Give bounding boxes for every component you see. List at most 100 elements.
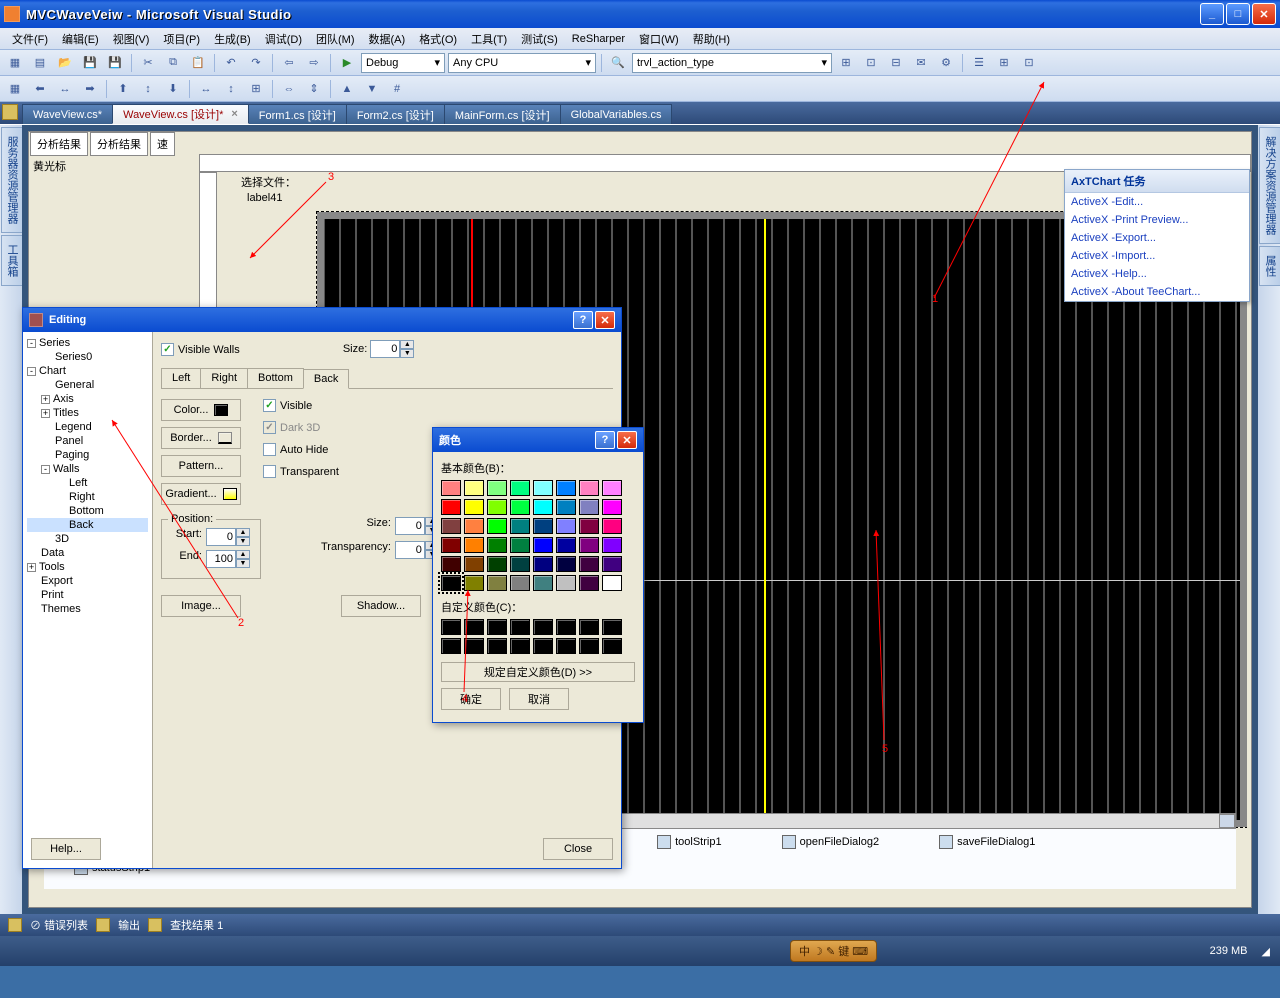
color-help-icon[interactable]: ? (595, 431, 615, 449)
close-tab-icon[interactable]: × (231, 108, 237, 120)
color-swatch[interactable] (579, 518, 599, 534)
proptab-3[interactable]: 速 (150, 132, 175, 156)
pattern-button[interactable]: Pattern... (161, 455, 241, 477)
vspace-icon[interactable]: ⇕ (303, 79, 325, 99)
solution-explorer-tab[interactable]: 解决方案资源管理器 (1259, 127, 1280, 244)
new-project-icon[interactable]: ▦ (4, 53, 26, 73)
menu-item[interactable]: 项目(P) (157, 29, 206, 49)
menu-item[interactable]: ReSharper (566, 31, 631, 47)
color-swatch[interactable] (464, 480, 484, 496)
smart-link[interactable]: ActiveX -Export... (1065, 229, 1249, 247)
color-swatch[interactable] (556, 480, 576, 496)
color-swatch[interactable] (602, 537, 622, 553)
wall-tab-back[interactable]: Back (303, 369, 349, 389)
tab-order-icon[interactable]: # (386, 79, 408, 99)
same-size-icon[interactable]: ⊞ (245, 79, 267, 99)
start-spin[interactable]: ▲▼ (206, 528, 250, 546)
save-icon[interactable]: 💾 (79, 53, 101, 73)
color-swatch[interactable] (510, 537, 530, 553)
tree-pane[interactable]: -Series Series0 -Chart General +Axis +Ti… (23, 332, 153, 868)
color-swatch[interactable] (464, 556, 484, 572)
tray-component[interactable]: saveFileDialog1 (939, 835, 1035, 849)
hspace-icon[interactable]: ⇔ (278, 79, 300, 99)
color-swatch[interactable] (579, 575, 599, 591)
same-h-icon[interactable]: ↕ (220, 79, 242, 99)
smart-link[interactable]: ActiveX -Help... (1065, 265, 1249, 283)
pin-icon[interactable] (2, 104, 18, 120)
tree-right[interactable]: Right (27, 490, 148, 504)
wall-tab-bottom[interactable]: Bottom (247, 368, 304, 388)
t5-icon[interactable]: ⚙ (935, 53, 957, 73)
color-swatch[interactable] (579, 499, 599, 515)
maximize-button[interactable]: □ (1226, 3, 1250, 25)
close-button-dialog[interactable]: Close (543, 838, 613, 860)
menu-item[interactable]: 工具(T) (465, 29, 513, 49)
color-swatch[interactable] (510, 499, 530, 515)
t2-icon[interactable]: ⊡ (860, 53, 882, 73)
close-button[interactable]: ✕ (1252, 3, 1276, 25)
gradient-button[interactable]: Gradient... (161, 483, 241, 505)
smart-link[interactable]: ActiveX -About TeeChart... (1065, 283, 1249, 301)
output-tab[interactable]: 输出 (118, 917, 140, 933)
cut-icon[interactable]: ✂ (137, 53, 159, 73)
color-swatch[interactable] (487, 575, 507, 591)
tree-general[interactable]: General (27, 378, 148, 392)
save-all-icon[interactable]: 💾 (104, 53, 126, 73)
nav-back-icon[interactable]: ⇦ (278, 53, 300, 73)
color-swatch[interactable] (441, 480, 461, 496)
server-explorer-tab[interactable]: 服务器资源管理器 (1, 127, 23, 233)
menu-item[interactable]: 帮助(H) (687, 29, 736, 49)
smart-link[interactable]: ActiveX -Print Preview... (1065, 211, 1249, 229)
editing-close-icon[interactable]: ✕ (595, 311, 615, 329)
ok-button[interactable]: 确定 (441, 688, 501, 710)
color-swatch[interactable] (510, 556, 530, 572)
align-mid-icon[interactable]: ↕ (137, 79, 159, 99)
menu-item[interactable]: 视图(V) (107, 29, 156, 49)
tray-component[interactable]: toolStrip1 (657, 835, 721, 849)
color-swatch[interactable] (487, 556, 507, 572)
color-swatch[interactable] (556, 575, 576, 591)
resize-grip-icon[interactable]: ◢ (1262, 945, 1270, 958)
color-swatch[interactable] (510, 575, 530, 591)
color-button[interactable]: Color... (161, 399, 241, 421)
tree-export[interactable]: Export (27, 574, 148, 588)
doc-tab[interactable]: WaveView.cs [设计]*× (112, 104, 249, 124)
color-swatch[interactable] (556, 537, 576, 553)
wall-tab-left[interactable]: Left (161, 368, 201, 388)
color-swatch[interactable] (487, 480, 507, 496)
tree-print[interactable]: Print (27, 588, 148, 602)
menu-item[interactable]: 团队(M) (310, 29, 361, 49)
visible-check[interactable]: ✓Visible (263, 399, 339, 412)
color-swatch[interactable] (533, 499, 553, 515)
help-button[interactable]: Help... (31, 838, 101, 860)
color-swatch[interactable] (556, 556, 576, 572)
color-swatch[interactable] (602, 575, 622, 591)
tree-back[interactable]: Back (27, 518, 148, 532)
define-custom-button[interactable]: 规定自定义颜色(D) >> (441, 662, 635, 682)
color-swatch[interactable] (579, 480, 599, 496)
color-swatch[interactable] (533, 480, 553, 496)
doc-tab[interactable]: WaveView.cs* (22, 104, 113, 124)
color-swatch[interactable] (602, 480, 622, 496)
menu-item[interactable]: 生成(B) (208, 29, 257, 49)
visible-walls-check[interactable]: ✓Visible Walls (161, 343, 240, 356)
menu-item[interactable]: 调试(D) (259, 29, 308, 49)
image-button[interactable]: Image... (161, 595, 241, 617)
color-swatch[interactable] (464, 537, 484, 553)
search-combo[interactable]: trvl_action_type▾ (632, 53, 832, 73)
tree-series0[interactable]: Series0 (27, 350, 148, 364)
basic-palette[interactable] (441, 480, 635, 591)
tree-walls[interactable]: Walls (53, 463, 79, 475)
add-item-icon[interactable]: ▤ (29, 53, 51, 73)
end-spin[interactable]: ▲▼ (206, 550, 250, 568)
smart-link[interactable]: ActiveX -Edit... (1065, 193, 1249, 211)
doc-tab[interactable]: Form2.cs [设计] (346, 104, 445, 124)
wall-tab-right[interactable]: Right (200, 368, 248, 388)
scroll-right-icon[interactable] (1219, 814, 1235, 828)
menu-item[interactable]: 测试(S) (515, 29, 564, 49)
shadow-button[interactable]: Shadow... (341, 595, 421, 617)
cancel-button[interactable]: 取消 (509, 688, 569, 710)
color-swatch[interactable] (533, 537, 553, 553)
platform-combo[interactable]: Any CPU▾ (448, 53, 596, 73)
properties-tab[interactable]: 属性 (1259, 246, 1280, 286)
